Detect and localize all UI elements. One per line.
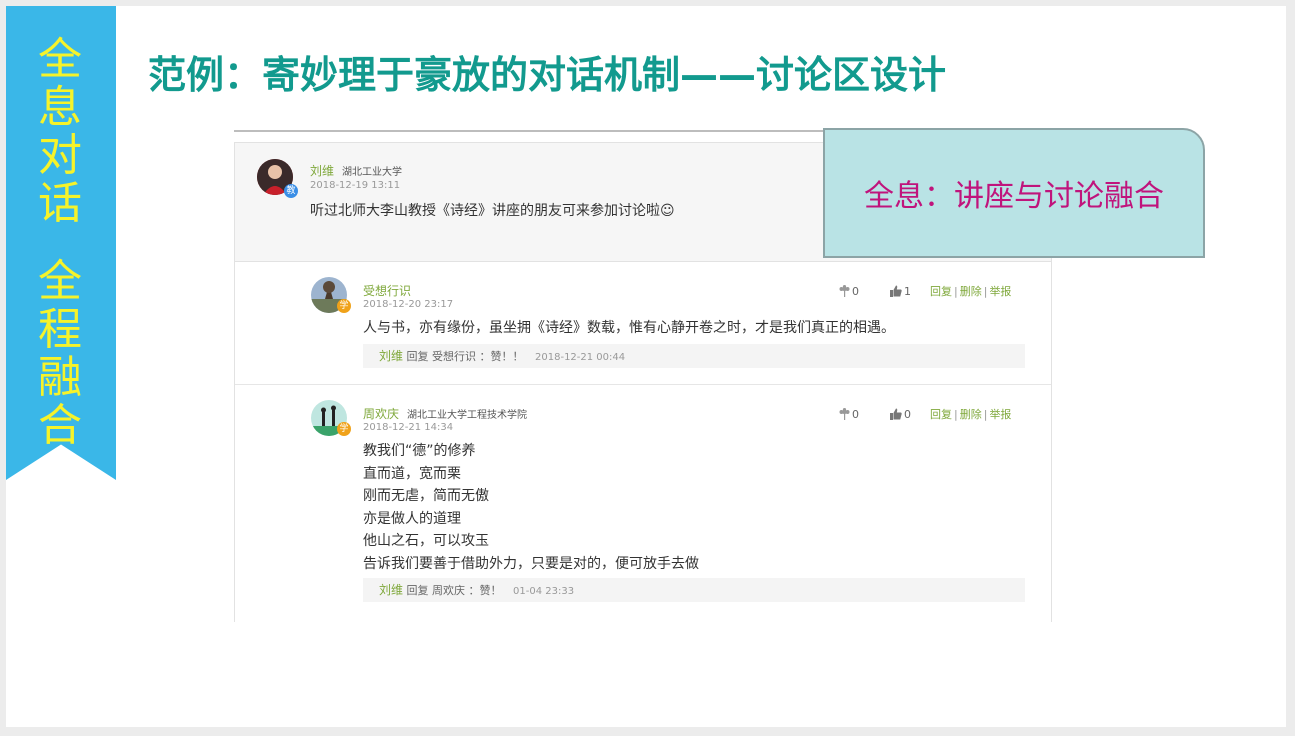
sub-reply-author[interactable]: 刘维 xyxy=(379,349,403,363)
flower-button[interactable]: 0 xyxy=(839,285,863,298)
ribbon-line-1: 全息对话 xyxy=(38,34,82,229)
reply-content-line: 人与书，亦有缘份，虽坐拥《诗经》数载，惟有心静开卷之时，才是我们真正的相遇。 xyxy=(363,320,895,336)
divider xyxy=(234,130,834,132)
post-author-org: 湖北工业大学 xyxy=(342,167,403,178)
reply-content: 教我们“德”的修养 直而道，宽而栗 刚而无虐，简而无傲 亦是做人的道理 他山之石… xyxy=(363,440,699,575)
ribbon-text: 全息对话 全程融合 xyxy=(32,36,88,450)
ribbon-line-2: 全程融合 xyxy=(38,256,82,451)
like-count: 1 xyxy=(904,285,911,298)
reply-author[interactable]: 受想行识 xyxy=(363,282,411,299)
reply-content-line: 他山之石，可以攻玉 xyxy=(363,533,489,549)
like-count: 0 xyxy=(904,408,911,421)
student-badge: 学 xyxy=(337,422,351,436)
flower-icon xyxy=(839,285,850,297)
post-content: 听过北师大李山教授《诗经》讲座的朋友可来参加讨论啦☺ xyxy=(310,203,675,219)
flower-count: 0 xyxy=(852,408,859,421)
reply-author-org: 湖北工业大学工程技术学院 xyxy=(407,410,528,421)
flower-button[interactable]: 0 xyxy=(839,408,863,421)
flower-count: 0 xyxy=(852,285,859,298)
post-author-name[interactable]: 刘维 xyxy=(310,164,334,178)
reply-content-line: 亦是做人的道理 xyxy=(363,510,461,527)
student-badge: 学 xyxy=(337,299,351,313)
sub-reply: 刘维 回复 受想行识 ：赞！！ 2018-12-21 00:44 xyxy=(363,344,1025,368)
reply-link[interactable]: 回复 xyxy=(930,285,952,298)
report-link[interactable]: 举报 xyxy=(989,285,1011,298)
reply-content: 人与书，亦有缘份，虽坐拥《诗经》数载，惟有心静开卷之时，才是我们真正的相遇。 xyxy=(363,317,895,340)
reply-content-line: 直而道，宽而栗 xyxy=(363,465,461,482)
sub-reply-text: 回复 周欢庆 ：赞！ xyxy=(406,584,502,597)
side-ribbon: 全息对话 全程融合 xyxy=(6,6,116,480)
delete-link[interactable]: 删除 xyxy=(960,408,982,421)
reply-time: 2018-12-20 23:17 xyxy=(363,299,454,310)
sub-reply-time: 2018-12-21 00:44 xyxy=(535,352,626,363)
sub-reply-text: 回复 受想行识 ：赞！！ xyxy=(406,350,524,363)
sub-reply-time: 01-04 23:33 xyxy=(513,586,575,597)
thumbs-up-icon xyxy=(890,285,902,297)
sub-reply: 刘维 回复 周欢庆 ：赞！ 01-04 23:33 xyxy=(363,578,1025,602)
report-link[interactable]: 举报 xyxy=(989,408,1011,421)
reply-author-name[interactable]: 周欢庆 xyxy=(363,407,399,421)
reply-content-line: 教我们“德”的修养 xyxy=(363,443,476,459)
reply-author[interactable]: 周欢庆 湖北工业大学工程技术学院 xyxy=(363,405,527,422)
like-button[interactable]: 1 xyxy=(890,285,915,298)
slide: 全息对话 全程融合 范例：寄妙理于豪放的对话机制——讨论区设计 教 刘维 湖北工业… xyxy=(6,6,1286,727)
reply-actions: 0 0 回复 | 删除 | 举报 xyxy=(839,406,1011,422)
flower-icon xyxy=(839,408,850,420)
reply-actions: 0 1 回复 | 删除 | 举报 xyxy=(839,283,1011,299)
post-time: 2018-12-19 13:11 xyxy=(310,180,401,191)
like-button[interactable]: 0 xyxy=(890,408,915,421)
reply-content-line: 刚而无虐，简而无傲 xyxy=(363,488,489,504)
thumbs-up-icon xyxy=(890,408,902,420)
callout-box: 全息：讲座与讨论融合 xyxy=(823,128,1205,258)
reply-list: 学 受想行识 2018-12-20 23:17 人与书，亦有缘份，虽坐拥《诗经》… xyxy=(234,262,1052,622)
callout-text: 全息：讲座与讨论融合 xyxy=(864,179,1164,214)
reply-content-line: 告诉我们要善于借助外力，只要是对的，便可放手去做 xyxy=(363,555,699,572)
teacher-badge: 教 xyxy=(284,184,298,198)
reply-time: 2018-12-21 14:34 xyxy=(363,422,454,433)
delete-link[interactable]: 删除 xyxy=(960,285,982,298)
divider xyxy=(235,384,1051,385)
slide-title: 范例：寄妙理于豪放的对话机制——讨论区设计 xyxy=(148,53,947,97)
post-author[interactable]: 刘维 湖北工业大学 xyxy=(310,162,402,179)
reply-link[interactable]: 回复 xyxy=(930,408,952,421)
sub-reply-author[interactable]: 刘维 xyxy=(379,583,403,597)
